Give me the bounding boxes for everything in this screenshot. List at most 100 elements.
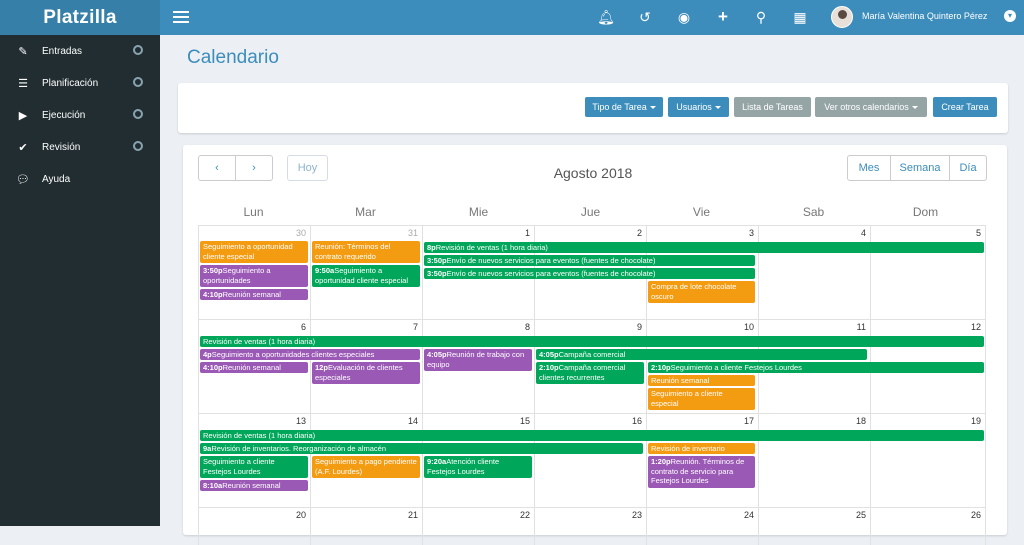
top-navbar: Platzilla 🔔︎ ↺ ◉ + ⚲ ▦ María Valentina Q… bbox=[0, 0, 1024, 35]
calendar-event[interactable]: Seguimiento a pago pendiente (A.F. Lourd… bbox=[312, 456, 420, 478]
create-task-button[interactable]: Crear Tarea bbox=[933, 97, 997, 117]
grid-icon[interactable]: ▦ bbox=[791, 8, 809, 26]
app-logo[interactable]: Platzilla bbox=[0, 0, 160, 35]
sidebar-item-ayuda[interactable]: 💬︎ Ayuda bbox=[0, 163, 160, 195]
day-number[interactable]: 7 bbox=[396, 322, 418, 332]
gear-icon bbox=[133, 141, 143, 151]
eye-icon[interactable]: ◉ bbox=[675, 8, 693, 26]
event-title: Seguimiento a cliente Festejos Lourdes bbox=[670, 363, 802, 372]
check-icon: ✔ bbox=[18, 141, 28, 154]
day-number[interactable]: 26 bbox=[959, 510, 981, 520]
month-view-button[interactable]: Mes bbox=[847, 155, 891, 181]
day-number[interactable]: 5 bbox=[959, 228, 981, 238]
users-dropdown[interactable]: Usuarios bbox=[668, 97, 729, 117]
event-title: Seguimiento a cliente Festejos Lourdes bbox=[203, 457, 275, 476]
day-number[interactable]: 30 bbox=[284, 228, 306, 238]
calendar-event[interactable]: 3:50pEnvío de nuevos servicios para even… bbox=[424, 268, 755, 279]
edit-icon: ✎ bbox=[18, 45, 28, 58]
event-title: Seguimiento a pago pendiente (A.F. Lourd… bbox=[315, 457, 417, 476]
event-time: 3:50p bbox=[427, 269, 447, 278]
event-time: 4p bbox=[203, 350, 212, 359]
day-number[interactable]: 15 bbox=[508, 416, 530, 426]
day-number[interactable]: 13 bbox=[284, 416, 306, 426]
calendar-event[interactable]: 4pSeguimiento a oportunidades clientes e… bbox=[200, 349, 420, 360]
event-title: Reunión semanal bbox=[222, 363, 281, 372]
event-title: Seguimiento a oportunidad cliente especi… bbox=[203, 242, 293, 261]
day-number[interactable]: 25 bbox=[844, 510, 866, 520]
chevron-down-icon[interactable]: ▾ bbox=[1004, 10, 1016, 22]
day-number[interactable]: 22 bbox=[508, 510, 530, 520]
day-number[interactable]: 31 bbox=[396, 228, 418, 238]
day-number[interactable]: 8 bbox=[508, 322, 530, 332]
day-number[interactable]: 19 bbox=[959, 416, 981, 426]
calendar-event[interactable]: 1:20pReunión. Términos de contrato de se… bbox=[648, 456, 755, 488]
calendar-event[interactable]: Seguimiento a oportunidad cliente especi… bbox=[200, 241, 308, 263]
week-view-button[interactable]: Semana bbox=[890, 155, 950, 181]
day-number[interactable]: 16 bbox=[620, 416, 642, 426]
calendar-event[interactable]: Reunión semanal bbox=[648, 375, 755, 386]
search-icon[interactable]: ⚲ bbox=[752, 8, 770, 26]
day-number[interactable]: 4 bbox=[844, 228, 866, 238]
calendar-event[interactable]: 8pRevisión de ventas (1 hora diaria) bbox=[424, 242, 984, 253]
day-number[interactable]: 14 bbox=[396, 416, 418, 426]
calendar-event[interactable]: 2:10pSeguimiento a cliente Festejos Lour… bbox=[648, 362, 984, 373]
calendar-toolbar: Tipo de Tarea Usuarios Lista de Tareas V… bbox=[178, 83, 1008, 133]
sidebar-item-ejecucion[interactable]: ▶ Ejecución bbox=[0, 99, 160, 131]
task-list-button[interactable]: Lista de Tareas bbox=[734, 97, 811, 117]
sidebar-item-planificacion[interactable]: ☰ Planificación bbox=[0, 67, 160, 99]
day-number[interactable]: 6 bbox=[284, 322, 306, 332]
calendar-event[interactable]: 4:10pReunión semanal bbox=[200, 289, 308, 300]
user-name[interactable]: María Valentina Quintero Pérez bbox=[862, 11, 987, 21]
calendar-event[interactable]: Reunión: Términos del contrato requerido bbox=[312, 241, 420, 263]
day-number[interactable]: 1 bbox=[508, 228, 530, 238]
sidebar-item-revision[interactable]: ✔ Revisión bbox=[0, 131, 160, 163]
calendar-event[interactable]: 4:05pReunión de trabajo con equipo bbox=[424, 349, 532, 371]
prev-month-button[interactable]: ‹ bbox=[198, 155, 236, 181]
other-calendars-dropdown[interactable]: Ver otros calendarios bbox=[815, 97, 927, 117]
plus-icon[interactable]: + bbox=[714, 8, 732, 26]
day-view-button[interactable]: Día bbox=[949, 155, 987, 181]
calendar-event[interactable]: Revisión de inventario bbox=[648, 443, 755, 454]
calendar-event[interactable]: 4:10pReunión semanal bbox=[200, 362, 308, 373]
calendar-event[interactable]: Seguimiento a cliente Festejos Lourdes bbox=[200, 456, 308, 478]
day-number[interactable]: 20 bbox=[284, 510, 306, 520]
day-number[interactable]: 18 bbox=[844, 416, 866, 426]
calendar-event[interactable]: 9:50aSeguimiento a oportunidad cliente e… bbox=[312, 265, 420, 287]
day-number[interactable]: 21 bbox=[396, 510, 418, 520]
event-time: 12p bbox=[315, 363, 328, 372]
event-time: 4:10p bbox=[203, 290, 223, 299]
calendar-event[interactable]: Seguimiento a cliente especial bbox=[648, 388, 755, 410]
calendar-event[interactable]: 4:05pCampaña comercial bbox=[536, 349, 867, 360]
day-number[interactable]: 2 bbox=[620, 228, 642, 238]
day-number[interactable]: 17 bbox=[732, 416, 754, 426]
day-number[interactable]: 3 bbox=[732, 228, 754, 238]
sidebar-item-entradas[interactable]: ✎ Entradas bbox=[0, 35, 160, 67]
calendar-event[interactable]: 9:20aAtención cliente Festejos Lourdes bbox=[424, 456, 532, 478]
today-button[interactable]: Hoy bbox=[287, 155, 328, 181]
day-number[interactable]: 23 bbox=[620, 510, 642, 520]
day-number[interactable]: 9 bbox=[620, 322, 642, 332]
day-number[interactable]: 24 bbox=[732, 510, 754, 520]
sidebar-item-label: Revisión bbox=[42, 141, 81, 153]
calendar-event[interactable]: 9aRevisión de inventarios. Reorganizació… bbox=[200, 443, 643, 454]
calendar-event[interactable]: 3:50pEnvío de nuevos servicios para even… bbox=[424, 255, 755, 266]
weekday-header: Sab bbox=[802, 205, 825, 219]
next-month-button[interactable]: › bbox=[235, 155, 273, 181]
calendar-event[interactable]: 8:10aReunión semanal bbox=[200, 480, 308, 491]
task-type-dropdown[interactable]: Tipo de Tarea bbox=[585, 97, 663, 117]
calendar-event[interactable]: 3:50pSeguimiento a oportunidades bbox=[200, 265, 308, 287]
weekday-header: Mar bbox=[355, 205, 376, 219]
day-number[interactable]: 11 bbox=[844, 322, 866, 332]
day-number[interactable]: 12 bbox=[959, 322, 981, 332]
calendar-event[interactable]: Compra de lote chocolate oscuro bbox=[648, 281, 755, 303]
day-number[interactable]: 10 bbox=[732, 322, 754, 332]
calendar-event[interactable]: 12pEvaluación de clientes especiales bbox=[312, 362, 420, 384]
calendar-event[interactable]: Revisión de ventas (1 hora diaria) bbox=[200, 430, 984, 441]
menu-toggle-icon[interactable] bbox=[173, 11, 189, 24]
bell-icon[interactable]: 🔔︎ bbox=[597, 8, 615, 26]
avatar[interactable] bbox=[831, 6, 853, 28]
grid-line bbox=[198, 507, 986, 508]
calendar-event[interactable]: 2:10pCampaña comercial clientes recurren… bbox=[536, 362, 644, 384]
history-icon[interactable]: ↺ bbox=[636, 8, 654, 26]
calendar-event[interactable]: Revisión de ventas (1 hora diaria) bbox=[200, 336, 984, 347]
